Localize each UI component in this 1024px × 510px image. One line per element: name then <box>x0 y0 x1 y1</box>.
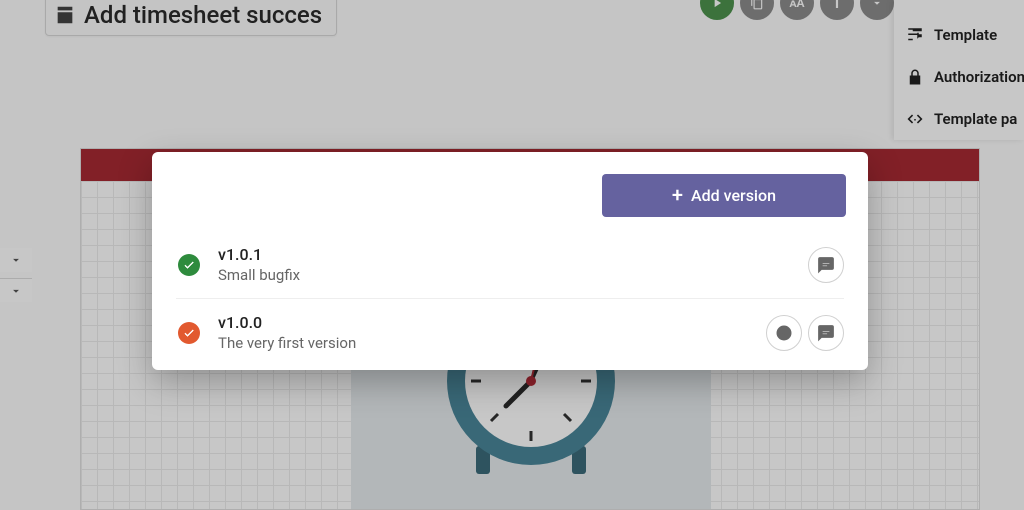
sliders-icon <box>906 26 924 44</box>
versions-popover: + Add version v1.0.1 Small bugfix <box>152 152 868 370</box>
version-row[interactable]: v1.0.0 The very first version <box>176 299 844 366</box>
check-icon <box>183 259 195 271</box>
copy-button[interactable] <box>740 0 774 20</box>
check-icon <box>183 327 195 339</box>
toolbar: ᴀA i <box>700 0 894 20</box>
lock-icon <box>906 68 924 86</box>
version-row-actions <box>808 247 844 283</box>
form-icon <box>54 4 76 26</box>
add-version-label: Add version <box>691 186 776 205</box>
side-menu-label: Template pa <box>934 110 1017 128</box>
side-menu: Template Authorization Template pa <box>894 0 1024 140</box>
page-title-chip[interactable]: Add timesheet succes <box>45 0 337 36</box>
translate-icon: ᴀA <box>789 0 804 10</box>
version-row-actions <box>766 315 844 351</box>
side-menu-item-template-params[interactable]: Template pa <box>894 98 1024 140</box>
copy-icon <box>750 0 764 10</box>
version-list: v1.0.1 Small bugfix v1.0.0 The very firs… <box>152 231 868 366</box>
info-icon: i <box>835 0 839 12</box>
status-badge-pending <box>178 322 200 344</box>
info-button[interactable]: i <box>820 0 854 20</box>
add-version-button[interactable]: + Add version <box>602 174 846 217</box>
play-icon <box>710 0 724 10</box>
side-menu-label: Authorization <box>934 68 1024 86</box>
collapse-panel-2[interactable] <box>0 278 32 302</box>
version-notes-button[interactable] <box>808 247 844 283</box>
run-button[interactable] <box>700 0 734 20</box>
notes-icon <box>817 256 835 274</box>
notes-icon <box>817 324 835 342</box>
version-notes-button[interactable] <box>808 315 844 351</box>
collapse-panel-1[interactable] <box>0 248 32 272</box>
side-menu-item-template[interactable]: Template <box>894 14 1024 56</box>
side-menu-item-authorization[interactable]: Authorization <box>894 56 1024 98</box>
status-badge-active <box>178 254 200 276</box>
version-name: v1.0.0 <box>218 313 356 332</box>
chevron-down-icon <box>9 253 23 267</box>
version-name: v1.0.1 <box>218 245 300 264</box>
version-row[interactable]: v1.0.1 Small bugfix <box>176 231 844 299</box>
translate-button[interactable]: ᴀA <box>780 0 814 20</box>
version-description: Small bugfix <box>218 266 300 284</box>
approve-icon <box>775 324 793 342</box>
version-approve-button[interactable] <box>766 315 802 351</box>
side-menu-label: Template <box>934 26 997 44</box>
more-button[interactable] <box>860 0 894 20</box>
page-title: Add timesheet succes <box>84 1 322 29</box>
left-rail <box>0 248 32 302</box>
chevron-down-icon <box>9 284 23 298</box>
version-description: The very first version <box>218 334 356 352</box>
chevron-down-icon <box>870 0 884 10</box>
code-icon <box>906 110 924 128</box>
